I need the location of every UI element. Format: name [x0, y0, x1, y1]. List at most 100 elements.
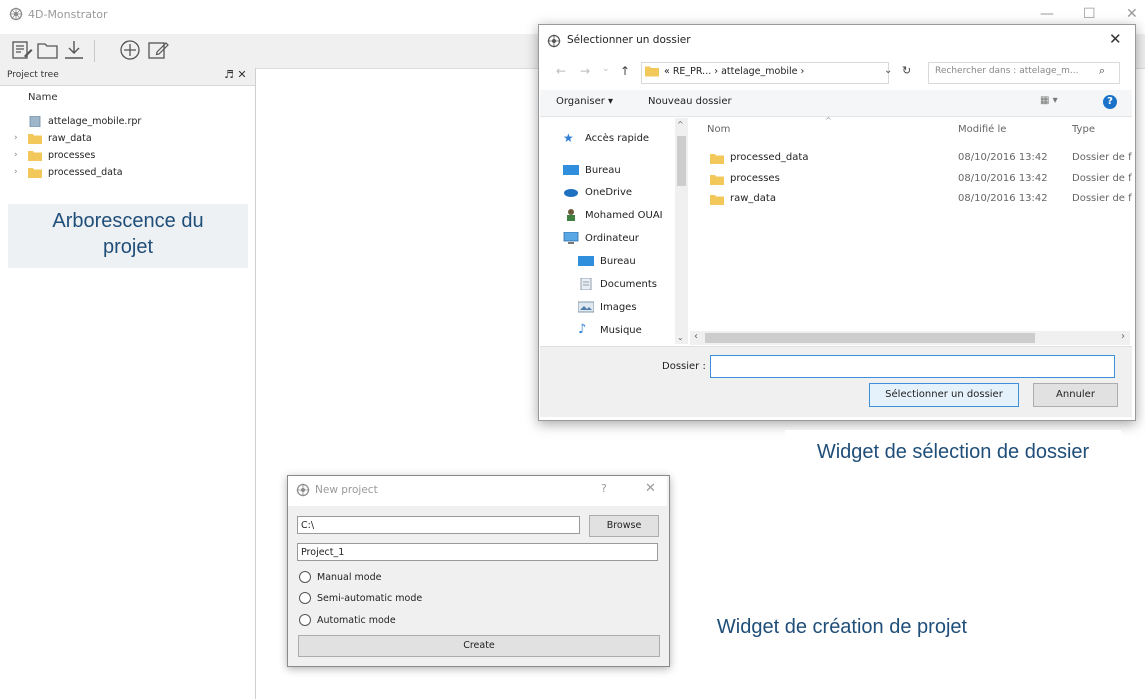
- column-name[interactable]: Nom: [707, 124, 730, 135]
- column-type[interactable]: Type: [1072, 124, 1095, 135]
- forward-arrow-icon[interactable]: →: [580, 64, 590, 78]
- view-options-icon[interactable]: ▦ ▾: [1040, 95, 1058, 106]
- scroll-down-icon[interactable]: ⌄: [677, 333, 684, 342]
- nav-item-label: Documents: [600, 278, 658, 290]
- folder-icon: [28, 150, 42, 161]
- tree-item-label: raw_data: [48, 132, 92, 144]
- caption-line: Arborescence du: [52, 210, 204, 232]
- radio-icon[interactable]: [299, 614, 311, 626]
- nav-item-user[interactable]: Mohamed OUAI: [563, 206, 663, 224]
- create-button[interactable]: Create: [298, 635, 660, 657]
- file-type: Dossier de f: [1072, 173, 1132, 184]
- maximize-button[interactable]: ☐: [1083, 6, 1096, 22]
- radio-semi-automatic-mode[interactable]: Semi-automatic mode: [299, 591, 422, 605]
- edit-icon[interactable]: [10, 38, 34, 62]
- caption-project-widget: Widget de création de projet: [683, 605, 1001, 649]
- file-name: processed_data: [730, 152, 809, 163]
- nav-item-documents[interactable]: Documents: [578, 275, 657, 293]
- minimize-button[interactable]: —: [1040, 6, 1054, 22]
- image-icon: [578, 301, 594, 313]
- nav-item-label: Bureau: [585, 164, 621, 176]
- tree-item-label: attelage_mobile.rpr: [48, 115, 142, 127]
- app-logo-icon: [9, 7, 23, 21]
- folder-label: Dossier :: [662, 361, 706, 372]
- file-row[interactable]: processed_data 08/10/2016 13:42 Dossier …: [710, 150, 1132, 168]
- new-folder-button[interactable]: Nouveau dossier: [648, 96, 732, 107]
- up-arrow-icon[interactable]: ↑: [620, 64, 630, 78]
- select-folder-button[interactable]: Sélectionner un dossier: [869, 383, 1019, 407]
- recent-chevron-icon[interactable]: ⌄: [602, 64, 610, 74]
- caption-folder-widget: Widget de sélection de dossier: [785, 430, 1121, 474]
- edit-note-icon[interactable]: [146, 38, 170, 62]
- radio-automatic-mode[interactable]: Automatic mode: [299, 613, 396, 627]
- caption-line: projet: [102, 236, 154, 258]
- tree-column-header[interactable]: Name: [28, 92, 58, 103]
- download-icon[interactable]: [62, 38, 86, 62]
- nav-item-images[interactable]: Images: [578, 298, 637, 316]
- close-icon[interactable]: ✕: [1109, 30, 1122, 48]
- file-modified: 08/10/2016 13:42: [958, 152, 1048, 163]
- nav-scrollbar-thumb[interactable]: [677, 136, 686, 186]
- nav-item-computer[interactable]: Ordinateur: [563, 229, 639, 247]
- help-icon[interactable]: ?: [1103, 95, 1117, 109]
- organize-button[interactable]: Organiser ▾: [556, 96, 613, 107]
- nav-item-bureau-sub[interactable]: Bureau: [578, 252, 636, 270]
- cancel-button[interactable]: Annuler: [1033, 383, 1118, 407]
- folder-name-input[interactable]: [710, 355, 1115, 378]
- tree-item-processed-data[interactable]: › processed_data: [14, 164, 123, 180]
- nav-item-label: Musique: [600, 324, 642, 336]
- document-icon: [580, 278, 592, 290]
- project-tree-title: Project tree: [7, 70, 59, 80]
- radio-icon[interactable]: [299, 592, 311, 604]
- scroll-left-icon[interactable]: ‹: [694, 331, 698, 342]
- radio-label: Automatic mode: [317, 614, 396, 626]
- nav-item-label: Ordinateur: [585, 232, 639, 244]
- scroll-right-icon[interactable]: ›: [1121, 331, 1125, 342]
- chevron-right-icon[interactable]: ›: [14, 133, 28, 143]
- nav-item-musique[interactable]: ♪ Musique: [578, 321, 642, 339]
- browse-button[interactable]: Browse: [589, 515, 659, 537]
- close-button[interactable]: ✕: [1126, 6, 1138, 22]
- nav-item-bureau[interactable]: Bureau: [563, 161, 621, 179]
- chevron-down-icon[interactable]: ⌄: [884, 65, 892, 76]
- tree-item-raw-data[interactable]: › raw_data: [14, 130, 92, 146]
- nav-item-quick-access[interactable]: ★ Accès rapide: [563, 129, 649, 147]
- tree-item-attelage[interactable]: attelage_mobile.rpr: [14, 113, 141, 129]
- add-circle-icon[interactable]: [118, 38, 142, 62]
- tree-item-label: processed_data: [48, 166, 123, 178]
- chevron-right-icon[interactable]: ›: [14, 167, 28, 177]
- help-icon[interactable]: ?: [601, 482, 607, 495]
- column-modified[interactable]: Modifié le: [958, 124, 1006, 135]
- app-logo-icon: [296, 483, 310, 497]
- tree-item-label: processes: [48, 149, 96, 161]
- back-arrow-icon[interactable]: ←: [556, 64, 566, 78]
- horizontal-scrollbar-thumb[interactable]: [705, 333, 1035, 343]
- tree-item-processes[interactable]: › processes: [14, 147, 95, 163]
- scroll-up-icon[interactable]: ^: [677, 120, 684, 129]
- nav-item-onedrive[interactable]: OneDrive: [563, 183, 632, 201]
- app-title: 4D-Monstrator: [28, 8, 108, 21]
- file-row[interactable]: processes 08/10/2016 13:42 Dossier de f: [710, 171, 1132, 189]
- refresh-icon[interactable]: ↻: [902, 64, 911, 77]
- folder-open-icon[interactable]: [36, 38, 60, 62]
- nav-item-label: Accès rapide: [585, 132, 650, 144]
- file-row[interactable]: raw_data 08/10/2016 13:42 Dossier de f: [710, 191, 1132, 209]
- search-icon[interactable]: ⌕: [1099, 64, 1105, 78]
- radio-icon[interactable]: [299, 571, 311, 583]
- chevron-right-icon[interactable]: ›: [14, 150, 28, 160]
- toolbar-separator: [94, 40, 95, 62]
- project-path-input[interactable]: C:\: [297, 516, 580, 534]
- radio-manual-mode[interactable]: Manual mode: [299, 570, 381, 584]
- close-icon[interactable]: ✕: [645, 481, 656, 496]
- music-icon: ♪: [578, 322, 587, 337]
- desktop-icon: [563, 165, 579, 175]
- search-placeholder: Rechercher dans : attelage_m...: [935, 66, 1079, 76]
- folder-icon: [645, 66, 659, 77]
- file-modified: 08/10/2016 13:42: [958, 173, 1048, 184]
- project-name-input[interactable]: Project_1: [297, 543, 658, 561]
- address-path[interactable]: « RE_PR... › attelage_mobile ›: [664, 66, 804, 77]
- panel-float-close-buttons[interactable]: ♬ ✕: [224, 68, 247, 81]
- nav-item-label: Images: [600, 301, 637, 313]
- computer-icon: [563, 232, 579, 244]
- dialog-title: New project: [315, 484, 378, 496]
